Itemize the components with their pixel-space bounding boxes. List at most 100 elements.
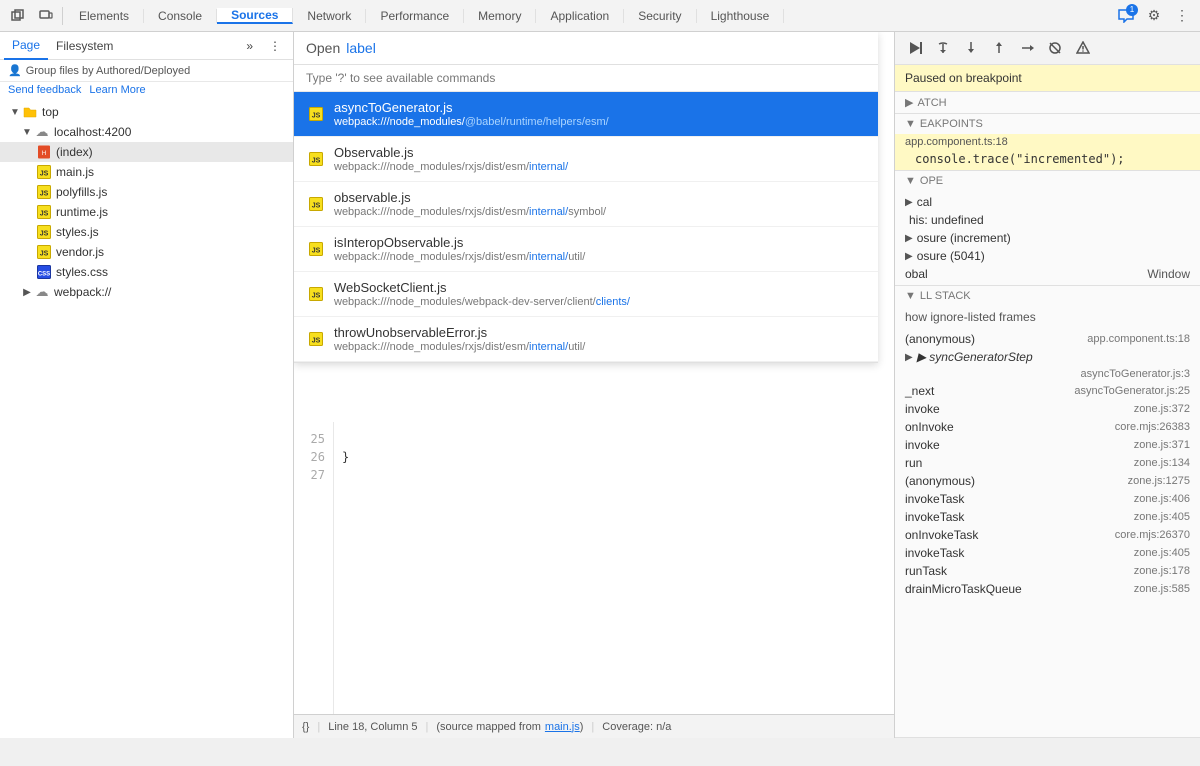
open-file-input[interactable] <box>346 40 866 56</box>
file-list-item-2[interactable]: JS observable.js webpack:///node_modules… <box>294 182 878 227</box>
show-ignore-row[interactable]: how ignore-listed frames <box>895 306 1200 328</box>
file-item-info-1: Observable.js webpack:///node_modules/rx… <box>334 145 568 173</box>
cs-item-10[interactable]: invokeTask zone.js:405 <box>895 508 1200 526</box>
sidebar-options-icon[interactable]: ⋮ <box>261 32 289 60</box>
tree-item-vendor-js[interactable]: JS vendor.js <box>0 242 293 262</box>
scope-name-this: his: undefined <box>909 213 984 227</box>
tab-security[interactable]: Security <box>624 9 696 23</box>
svg-text:JS: JS <box>40 191 49 198</box>
tab-lighthouse[interactable]: Lighthouse <box>697 9 785 23</box>
scope-item-closure1[interactable]: ▶ osure (increment) <box>895 229 1200 247</box>
tree-item-polyfills-js[interactable]: JS polyfills.js <box>0 182 293 202</box>
cs-loc-0: app.component.ts:18 <box>1087 333 1190 345</box>
file-name-5: throwUnobservableError.js <box>334 325 585 340</box>
tree-item-styles-css[interactable]: CSS styles.css <box>0 262 293 282</box>
cs-item-0[interactable]: (anonymous) app.component.ts:18 <box>895 330 1200 348</box>
step-out-button[interactable] <box>987 36 1011 60</box>
learn-more-link[interactable]: Learn More <box>89 84 145 96</box>
restore-icon[interactable] <box>4 2 32 30</box>
bp-file: app.component.ts:18 <box>905 136 1008 148</box>
cs-item-13[interactable]: runTask zone.js:178 <box>895 562 1200 580</box>
tab-application[interactable]: Application <box>536 9 624 23</box>
cs-item-6[interactable]: invoke zone.js:371 <box>895 436 1200 454</box>
file-name-1: Observable.js <box>334 145 568 160</box>
tab-elements[interactable]: Elements <box>65 9 144 23</box>
line-numbers: 25 26 27 <box>294 422 334 722</box>
tree-item-webpack[interactable]: ▶ ☁ webpack:// <box>0 282 293 302</box>
cs-item-5[interactable]: onInvoke core.mjs:26383 <box>895 418 1200 436</box>
tab-memory[interactable]: Memory <box>464 9 536 23</box>
breakpoint-code-line: console.trace("incremented"); <box>895 150 1200 170</box>
file-list-item-3[interactable]: JS isInteropObservable.js webpack:///nod… <box>294 227 878 272</box>
sidebar-tab-page[interactable]: Page <box>4 32 48 60</box>
file-item-info-5: throwUnobservableError.js webpack:///nod… <box>334 325 585 353</box>
tab-console[interactable]: Console <box>144 9 217 23</box>
tree-item-index[interactable]: H (index) <box>0 142 293 162</box>
send-feedback-link[interactable]: Send feedback <box>8 84 81 96</box>
cs-loc-3: asyncToGenerator.js:25 <box>1074 385 1190 397</box>
breakpoint-item[interactable]: app.component.ts:18 <box>895 134 1200 150</box>
tab-sources[interactable]: Sources <box>217 8 293 24</box>
resume-button[interactable] <box>903 36 927 60</box>
device-icon[interactable] <box>32 2 60 30</box>
cs-header-sync[interactable]: ▶ ▶ syncGeneratorStep <box>895 348 1200 366</box>
sidebar-tab-filesystem[interactable]: Filesystem <box>48 32 121 60</box>
cs-item-3[interactable]: _next asyncToGenerator.js:25 <box>895 382 1200 400</box>
open-text: Open <box>306 40 340 56</box>
step-button[interactable] <box>1015 36 1039 60</box>
breakpoints-section-title[interactable]: ▼ eakpoints <box>895 114 1200 134</box>
global-row[interactable]: obal Window <box>895 265 1200 283</box>
tree-item-localhost[interactable]: ▼ ☁ localhost:4200 <box>0 122 293 142</box>
deactivate-breakpoints-button[interactable] <box>1043 36 1067 60</box>
tree-item-top[interactable]: ▼ top <box>0 102 293 122</box>
tree-item-styles-js[interactable]: JS styles.js <box>0 222 293 242</box>
tab-performance[interactable]: Performance <box>366 9 464 23</box>
cs-item-14[interactable]: drainMicroTaskQueue zone.js:585 <box>895 580 1200 598</box>
debug-toolbar <box>895 32 1200 65</box>
pause-on-exceptions-button[interactable] <box>1071 36 1095 60</box>
sidebar-more-icon[interactable]: » <box>238 32 261 60</box>
file-path-3: webpack:///node_modules/rxjs/dist/esm/in… <box>334 251 585 263</box>
cs-item-12[interactable]: invokeTask zone.js:405 <box>895 544 1200 562</box>
code-area[interactable]: } <box>334 422 894 722</box>
group-label: Group files by Authored/Deployed <box>26 65 191 77</box>
global-value: Window <box>1147 267 1190 281</box>
file-item-info-3: isInteropObservable.js webpack:///node_m… <box>334 235 585 263</box>
editor-content: 25 26 27 } <box>294 422 894 722</box>
settings-icon[interactable]: ⚙ <box>1140 2 1168 30</box>
cs-item-11[interactable]: onInvokeTask core.mjs:26370 <box>895 526 1200 544</box>
cs-item-2[interactable]: asyncToGenerator.js:3 <box>895 366 1200 382</box>
cs-item-7[interactable]: run zone.js:134 <box>895 454 1200 472</box>
watch-section-title[interactable]: ▶ atch <box>895 92 1200 113</box>
show-ignore-label: how ignore-listed frames <box>905 310 1036 324</box>
step-over-button[interactable] <box>931 36 955 60</box>
source-file-link[interactable]: main.js <box>545 721 580 733</box>
chat-icon[interactable]: 1 <box>1112 2 1140 30</box>
chevron-down-icon: ▼ <box>8 107 22 118</box>
file-list-item-4[interactable]: JS WebSocketClient.js webpack:///node_mo… <box>294 272 878 317</box>
cs-item-8[interactable]: (anonymous) zone.js:1275 <box>895 472 1200 490</box>
cs-loc-13: zone.js:178 <box>1134 565 1190 577</box>
scope-section-title[interactable]: ▼ ope <box>895 171 1200 191</box>
scope-item-local[interactable]: ▶ cal <box>895 193 1200 211</box>
call-stack-title[interactable]: ▼ ll Stack <box>895 286 1200 306</box>
cs-name-13: runTask <box>905 564 947 578</box>
call-stack-section: ▼ ll Stack how ignore-listed frames (ano… <box>895 286 1200 738</box>
step-into-button[interactable] <box>959 36 983 60</box>
file-list-item-0[interactable]: JS asyncToGenerator.js webpack:///node_m… <box>294 92 878 137</box>
file-list-item-1[interactable]: JS Observable.js webpack:///node_modules… <box>294 137 878 182</box>
file-name-4: WebSocketClient.js <box>334 280 630 295</box>
file-path-0: webpack:///node_modules/@babel/runtime/h… <box>334 116 609 128</box>
scope-item-this[interactable]: his: undefined <box>895 211 1200 229</box>
file-list: JS asyncToGenerator.js webpack:///node_m… <box>294 92 878 362</box>
file-list-item-5[interactable]: JS throwUnobservableError.js webpack:///… <box>294 317 878 362</box>
cs-item-9[interactable]: invokeTask zone.js:406 <box>895 490 1200 508</box>
tree-item-main-js[interactable]: JS main.js <box>0 162 293 182</box>
format-icon[interactable]: {} <box>302 721 309 733</box>
scope-item-closure2[interactable]: ▶ osure (5041) <box>895 247 1200 265</box>
tab-network[interactable]: Network <box>293 9 366 23</box>
code-line-26: } <box>342 448 886 466</box>
tree-item-runtime-js[interactable]: JS runtime.js <box>0 202 293 222</box>
more-icon[interactable]: ⋮ <box>1168 2 1196 30</box>
cs-item-4[interactable]: invoke zone.js:372 <box>895 400 1200 418</box>
